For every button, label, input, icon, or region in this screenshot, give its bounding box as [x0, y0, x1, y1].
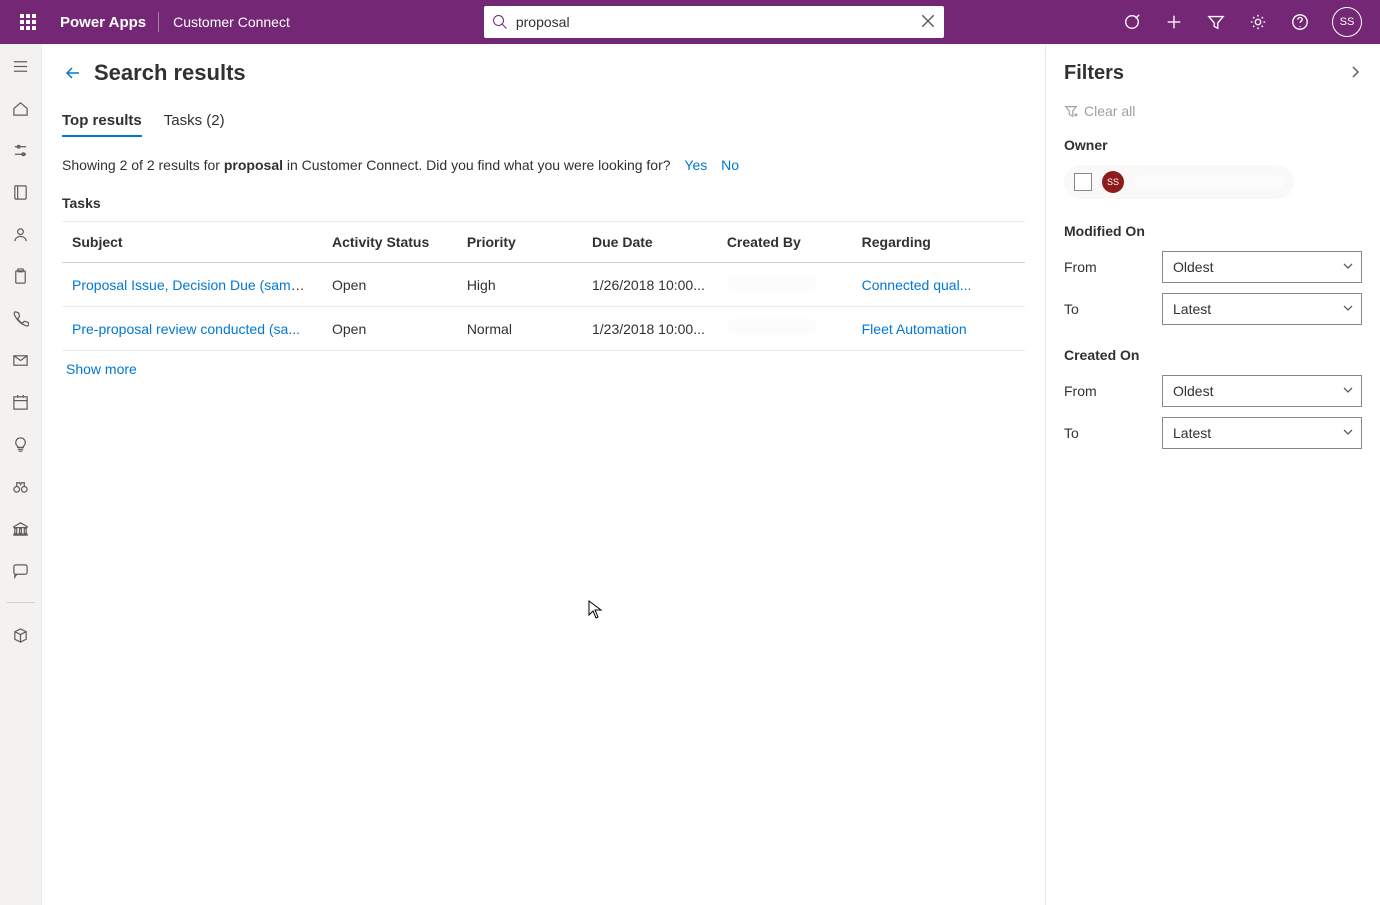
user-avatar[interactable]: SS: [1332, 7, 1362, 37]
table-row[interactable]: Pre-proposal review conducted (sa... Ope…: [62, 307, 1025, 351]
mail-icon[interactable]: [3, 346, 39, 374]
search-icon: [492, 14, 508, 30]
person-icon[interactable]: [3, 220, 39, 248]
search-results-content: Search results Top results Tasks (2) Sho…: [42, 44, 1045, 905]
table-row[interactable]: Proposal Issue, Decision Due (sampl... O…: [62, 263, 1025, 307]
task-created-by: [717, 263, 852, 307]
waffle-icon[interactable]: [8, 14, 48, 30]
cube-icon[interactable]: [3, 621, 39, 649]
help-icon[interactable]: [1290, 12, 1310, 32]
results-tabs: Top results Tasks (2): [62, 106, 1025, 137]
clipboard-icon[interactable]: [3, 262, 39, 290]
results-summary-prefix: Showing 2 of 2 results for: [62, 157, 224, 173]
feedback-yes-link[interactable]: Yes: [684, 157, 707, 173]
task-created-by: [717, 307, 852, 351]
tab-tasks[interactable]: Tasks (2): [164, 106, 225, 137]
modified-to-label: To: [1064, 301, 1144, 317]
created-from-label: From: [1064, 383, 1144, 399]
task-status: Open: [322, 307, 457, 351]
calendar-icon[interactable]: [3, 388, 39, 416]
owner-name: [1134, 175, 1284, 189]
modified-to-select[interactable]: Latest: [1162, 293, 1362, 325]
target-icon[interactable]: [1122, 12, 1142, 32]
tab-top-results[interactable]: Top results: [62, 106, 142, 137]
collapse-filters-icon[interactable]: [1348, 65, 1362, 82]
filters-title: Filters: [1064, 62, 1124, 85]
owner-avatar: SS: [1102, 171, 1124, 193]
col-subject[interactable]: Subject: [62, 222, 322, 263]
clear-filter-icon: [1064, 104, 1078, 118]
task-priority: Normal: [457, 307, 582, 351]
task-regarding-link[interactable]: Connected qual...: [862, 277, 972, 293]
chat-icon[interactable]: [3, 556, 39, 584]
global-search-box[interactable]: [484, 6, 944, 38]
book-icon[interactable]: [3, 178, 39, 206]
results-summary: Showing 2 of 2 results for proposal in C…: [62, 157, 1025, 173]
task-subject-link[interactable]: Proposal Issue, Decision Due (sampl...: [72, 277, 313, 293]
task-regarding-link[interactable]: Fleet Automation: [862, 321, 967, 337]
modified-from-select[interactable]: Oldest: [1162, 251, 1362, 283]
task-due: 1/26/2018 10:00...: [582, 263, 717, 307]
environment-name[interactable]: Customer Connect: [159, 14, 304, 30]
col-created-by[interactable]: Created By: [717, 222, 852, 263]
show-more-link[interactable]: Show more: [62, 351, 141, 387]
col-due-date[interactable]: Due Date: [582, 222, 717, 263]
created-to-select[interactable]: Latest: [1162, 417, 1362, 449]
left-nav: [0, 44, 42, 905]
binoculars-icon[interactable]: [3, 472, 39, 500]
tasks-table: Subject Activity Status Priority Due Dat…: [62, 221, 1025, 351]
created-to-label: To: [1064, 425, 1144, 441]
task-status: Open: [322, 263, 457, 307]
app-header: Power Apps Customer Connect SS: [0, 0, 1380, 44]
page-title: Search results: [94, 60, 246, 86]
created-from-select[interactable]: Oldest: [1162, 375, 1362, 407]
col-regarding[interactable]: Regarding: [852, 222, 1025, 263]
clear-all-label: Clear all: [1084, 103, 1135, 119]
nav-separator: [7, 602, 35, 603]
owner-filter-row[interactable]: SS: [1064, 165, 1294, 199]
header-actions: SS: [1122, 7, 1372, 37]
phone-icon[interactable]: [3, 304, 39, 332]
bank-icon[interactable]: [3, 514, 39, 542]
results-summary-term: proposal: [224, 157, 283, 173]
home-icon[interactable]: [3, 94, 39, 122]
lightbulb-icon[interactable]: [3, 430, 39, 458]
filter-created-label: Created On: [1064, 347, 1362, 363]
owner-checkbox[interactable]: [1074, 173, 1092, 191]
filters-panel: Filters Clear all Owner SS Modified On F…: [1045, 44, 1380, 905]
settings-sliders-icon[interactable]: [3, 136, 39, 164]
filter-owner-label: Owner: [1064, 137, 1362, 153]
gear-icon[interactable]: [1248, 12, 1268, 32]
feedback-no-link[interactable]: No: [721, 157, 739, 173]
add-icon[interactable]: [1164, 12, 1184, 32]
search-input[interactable]: [508, 14, 920, 30]
task-due: 1/23/2018 10:00...: [582, 307, 717, 351]
hamburger-icon[interactable]: [3, 52, 39, 80]
search-clear-icon[interactable]: [920, 13, 936, 32]
results-summary-suffix: in Customer Connect. Did you find what y…: [283, 157, 671, 173]
clear-all-filters[interactable]: Clear all: [1064, 103, 1362, 119]
task-subject-link[interactable]: Pre-proposal review conducted (sa...: [72, 321, 300, 337]
modified-from-label: From: [1064, 259, 1144, 275]
task-priority: High: [457, 263, 582, 307]
col-priority[interactable]: Priority: [457, 222, 582, 263]
back-arrow-icon[interactable]: [62, 62, 84, 84]
col-activity-status[interactable]: Activity Status: [322, 222, 457, 263]
filter-icon[interactable]: [1206, 12, 1226, 32]
app-name: Power Apps: [48, 14, 158, 31]
section-tasks-title: Tasks: [62, 195, 1025, 211]
filter-modified-label: Modified On: [1064, 223, 1362, 239]
